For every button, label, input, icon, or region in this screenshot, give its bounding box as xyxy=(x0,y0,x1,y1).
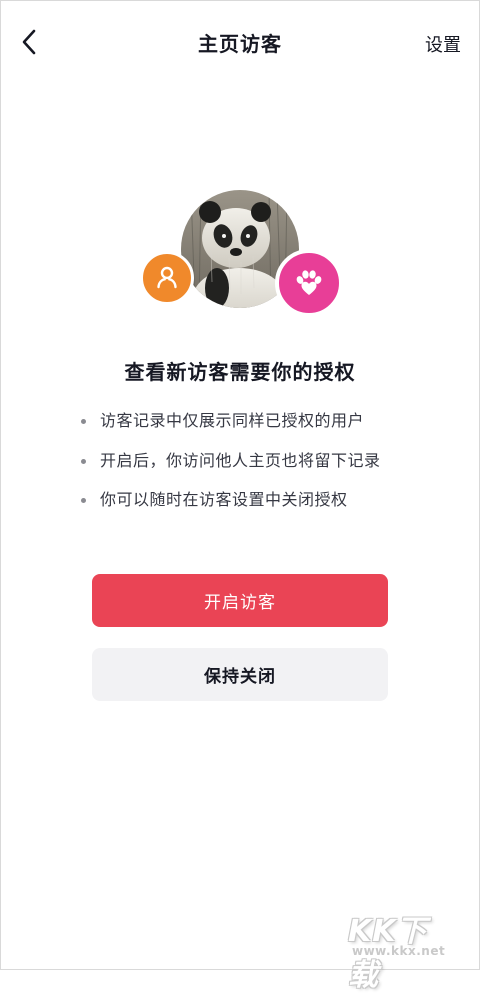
list-item: 访客记录中仅展示同样已授权的用户 xyxy=(80,409,440,449)
bullet-text: 你可以随时在访客设置中关闭授权 xyxy=(100,490,348,509)
list-item: 你可以随时在访客设置中关闭授权 xyxy=(80,488,440,528)
user-avatar-badge xyxy=(140,251,194,305)
authorization-heading: 查看新访客需要你的授权 xyxy=(124,360,356,384)
info-bullet-list: 访客记录中仅展示同样已授权的用户 开启后，你访问他人主页也将留下记录 你可以随时… xyxy=(80,409,440,528)
avatar-cluster xyxy=(0,0,480,330)
bullet-dot-icon xyxy=(81,458,86,464)
paw-heart-icon xyxy=(296,270,322,295)
bullet-text: 开启后，你访问他人主页也将留下记录 xyxy=(100,450,381,470)
site-watermark: KK下载 www.kkx.net xyxy=(348,906,458,993)
enable-visitors-button[interactable]: 开启访客 xyxy=(92,574,388,627)
watermark-url: www.kkx.net xyxy=(352,944,446,958)
bullet-dot-icon xyxy=(81,419,86,424)
list-item: 开启后，你访问他人主页也将留下记录 xyxy=(80,449,440,489)
paw-avatar-badge xyxy=(275,249,343,317)
keep-closed-button[interactable]: 保持关闭 xyxy=(92,648,388,701)
bullet-dot-icon xyxy=(81,498,86,503)
user-icon xyxy=(157,266,177,289)
bullet-text: 访客记录中仅展示同样已授权的用户 xyxy=(100,411,365,430)
